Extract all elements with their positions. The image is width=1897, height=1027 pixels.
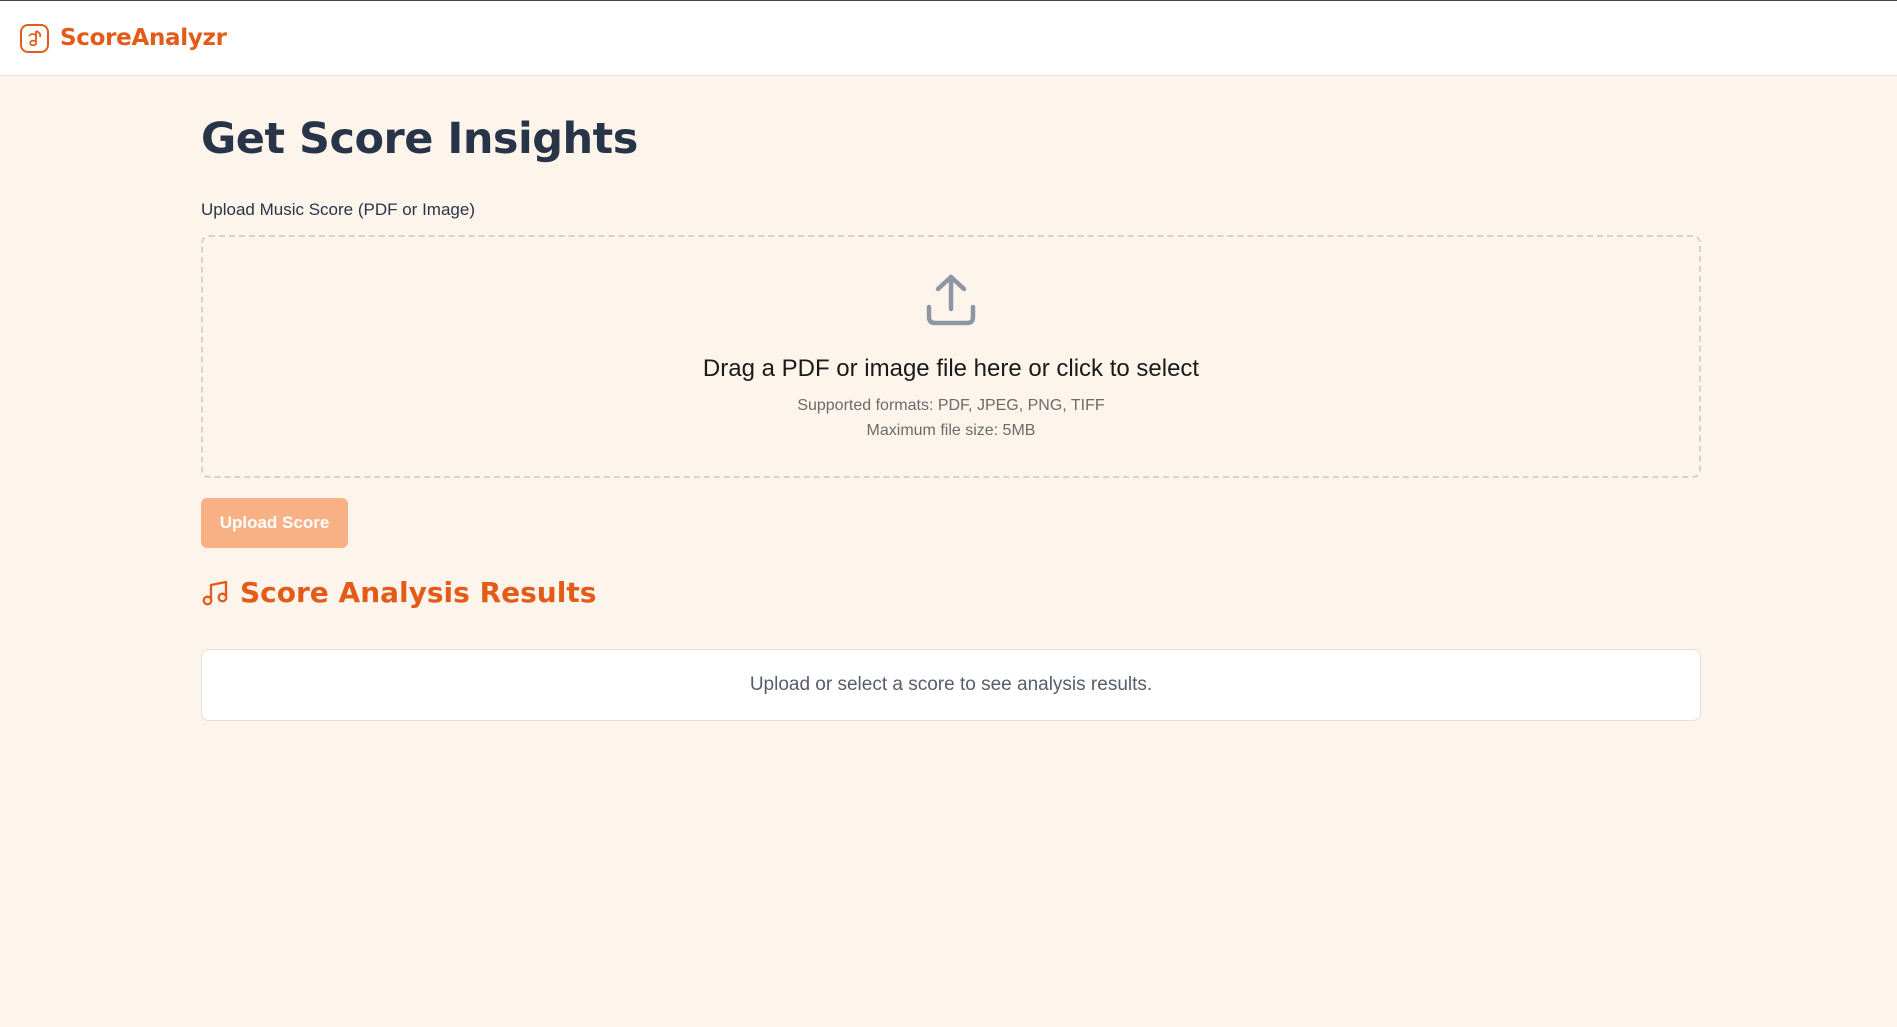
page-title: Get Score Insights bbox=[201, 114, 638, 164]
results-panel: Upload or select a score to see analysis… bbox=[201, 649, 1701, 721]
music-note-icon bbox=[201, 578, 231, 608]
supported-formats-text: Supported formats: PDF, JPEG, PNG, TIFF bbox=[797, 397, 1105, 414]
dropzone-title: Drag a PDF or image file here or click t… bbox=[702, 355, 1200, 382]
max-file-size-text: Maximum file size: 5MB bbox=[866, 422, 1036, 439]
brand-name[interactable]: ScoreAnalyzr bbox=[60, 25, 227, 51]
upload-icon bbox=[925, 273, 977, 329]
results-empty-message: Upload or select a score to see analysis… bbox=[749, 674, 1153, 695]
file-dropzone[interactable]: Drag a PDF or image file here or click t… bbox=[201, 235, 1701, 478]
results-header: Score Analysis Results bbox=[201, 576, 596, 609]
upload-label: Upload Music Score (PDF or Image) bbox=[201, 200, 475, 219]
top-navbar: ScoreAnalyzr bbox=[0, 0, 1897, 76]
results-title: Score Analysis Results bbox=[240, 576, 597, 609]
upload-score-button[interactable]: Upload Score bbox=[201, 498, 348, 548]
music-note-badge-icon[interactable] bbox=[19, 23, 50, 54]
